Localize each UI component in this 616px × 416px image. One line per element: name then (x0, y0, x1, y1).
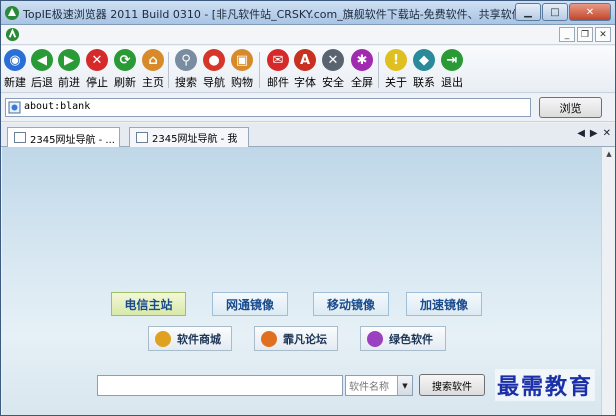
tab-scroll-left-icon[interactable]: ◀ (577, 128, 585, 139)
software-mall-button[interactable]: 软件商城 (148, 326, 232, 351)
mirror-netcom-button[interactable]: 网通镜像 (212, 292, 288, 316)
warning-icon: ! (385, 49, 407, 71)
toolbar-button-font[interactable]: A 字体 (293, 49, 317, 90)
toolbar-separator (259, 52, 260, 88)
forum-label: 霏凡论坛 (283, 332, 327, 346)
maximize-button[interactable]: □ (542, 3, 568, 21)
font-icon: A (294, 49, 316, 71)
tab-scroll-right-icon[interactable]: ▶ (590, 128, 598, 139)
toolbar-separator (168, 52, 169, 88)
cart-icon: ▣ (231, 49, 253, 71)
tab-bar: 2345网址导航 - ... 2345网址导航 - 我 ◀ ▶ ✕ (1, 123, 615, 148)
page-icon (136, 132, 148, 143)
address-bar: about:blank 浏览 (1, 94, 615, 122)
toolbar-button-search[interactable]: ⚲ 搜索 (174, 49, 198, 90)
tab-1[interactable]: 2345网址导航 - ... (7, 127, 120, 148)
mail-icon: ✉ (267, 49, 289, 71)
toolbar-button-forward-arrow[interactable]: ▶ 前进 (57, 49, 81, 90)
page-icon (8, 101, 21, 114)
tab-nav: ◀ ▶ ✕ (577, 128, 611, 139)
mdi-buttons: _ ❐ ✕ (559, 27, 611, 42)
search-category-value: 软件名称 (349, 382, 389, 393)
search-category-select[interactable]: 软件名称 ▼ (345, 375, 413, 396)
toolbar-button-exit[interactable]: ⇥ 退出 (440, 49, 464, 90)
forum-icon (261, 330, 277, 347)
mdi-minimize-button[interactable]: _ (559, 27, 575, 42)
toolbar-button-label: 全屏 (351, 76, 373, 89)
fullscreen-icon: ✱ (351, 49, 373, 71)
title-bar[interactable]: TopIE极速浏览器 2011 Build 0310 - [非凡软件站_CRSK… (1, 1, 615, 25)
green-software-icon (367, 330, 383, 347)
chevron-down-icon[interactable]: ▼ (397, 376, 412, 395)
tab-label: 2345网址导航 - 我 (152, 134, 238, 145)
toolbar-button-label: 购物 (231, 76, 253, 89)
forum-button[interactable]: 霏凡论坛 (254, 326, 338, 351)
home-icon: ⌂ (142, 49, 164, 71)
browse-button[interactable]: 浏览 (539, 97, 602, 118)
back-arrow-icon: ◀ (31, 49, 53, 71)
tab-close-icon[interactable]: ✕ (603, 128, 611, 139)
stop-icon: ✕ (86, 49, 108, 71)
toolbar-button-label: 退出 (441, 76, 463, 89)
mirror-accelerate-button[interactable]: 加速镜像 (406, 292, 482, 316)
software-mall-icon (155, 330, 171, 347)
vertical-scrollbar[interactable]: ▲ (601, 147, 615, 415)
tab-label: 2345网址导航 - ... (30, 134, 115, 146)
globe-icon: ◉ (4, 49, 26, 71)
scroll-up-icon[interactable]: ▲ (602, 147, 616, 161)
green-software-button[interactable]: 绿色软件 (360, 326, 446, 351)
toolbar-button-tools[interactable]: ✕ 安全 (321, 49, 345, 90)
mirror-telecom-button[interactable]: 电信主站 (111, 292, 186, 316)
toolbar-separator (378, 52, 379, 88)
browser-window: TopIE极速浏览器 2011 Build 0310 - [非凡软件站_CRSK… (0, 0, 616, 416)
caption-buttons: ▁ □ ✕ (515, 3, 611, 21)
diamond-icon: ◆ (413, 49, 435, 71)
main-toolbar: ◉ 新建 ◀ 后退 ▶ 前进 ✕ 停止 ⟳ 刷新 ⌂ 主页 ⚲ 搜索 ● 导航 ▣ 购物 ✉ 邮件 A 字体 ✕ 安全 ✱ 全屏!… (1, 46, 615, 93)
window-title: TopIE极速浏览器 2011 Build 0310 - [非凡软件站_CRSK… (23, 8, 523, 21)
app-logo-icon (5, 6, 19, 20)
watermark-text: 最需教育 (495, 369, 596, 401)
minimize-button[interactable]: ▁ (515, 3, 541, 21)
tools-icon: ✕ (322, 49, 344, 71)
tab-2[interactable]: 2345网址导航 - 我 (129, 127, 249, 147)
mdi-close-button[interactable]: ✕ (595, 27, 611, 42)
green-software-label: 绿色软件 (389, 332, 433, 346)
mirror-mobile-button[interactable]: 移动镜像 (313, 292, 389, 316)
search-icon: ⚲ (175, 49, 197, 71)
close-button[interactable]: ✕ (569, 3, 611, 21)
toolbar-button-balloon[interactable]: ● 导航 (202, 49, 226, 90)
menu-strip: _ ❐ ✕ (1, 25, 615, 45)
page-icon (14, 132, 26, 143)
toolbar-button-stop[interactable]: ✕ 停止 (85, 49, 109, 90)
toolbar-button-cart[interactable]: ▣ 购物 (230, 49, 254, 90)
mdi-restore-button[interactable]: ❐ (577, 27, 593, 42)
software-mall-label: 软件商城 (177, 332, 221, 346)
address-value: about:blank (24, 101, 91, 112)
toolbar-button-fullscreen[interactable]: ✱ 全屏 (350, 49, 374, 90)
toolbar-button-label: 主页 (142, 76, 164, 89)
toolbar-button-diamond[interactable]: ◆ 联系 (412, 49, 436, 90)
toolbar-button-refresh[interactable]: ⟳ 刷新 (113, 49, 137, 90)
forward-arrow-icon: ▶ (58, 49, 80, 71)
balloon-icon: ● (203, 49, 225, 71)
software-search-input[interactable] (97, 375, 343, 396)
toolbar-button-home[interactable]: ⌂ 主页 (141, 49, 165, 90)
exit-icon: ⇥ (441, 49, 463, 71)
refresh-icon: ⟳ (114, 49, 136, 71)
search-software-button[interactable]: 搜索软件 (419, 374, 485, 396)
toolbar-button-warning[interactable]: ! 关于 (384, 49, 408, 90)
address-input[interactable]: about:blank (5, 98, 531, 117)
app-menu-icon[interactable] (5, 27, 20, 42)
